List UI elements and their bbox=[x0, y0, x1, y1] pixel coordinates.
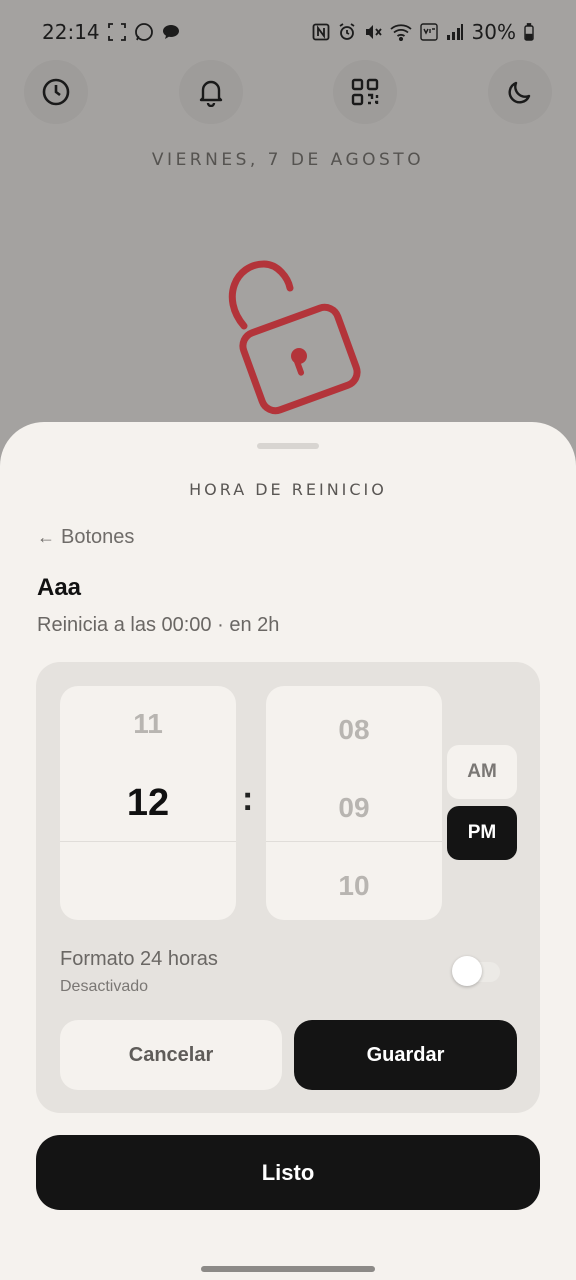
hour-prev: 11 bbox=[133, 708, 163, 739]
time-separator: : bbox=[242, 780, 254, 818]
status-time: 22:14 bbox=[42, 20, 100, 44]
toggle-knob bbox=[452, 956, 482, 986]
mute-icon bbox=[364, 23, 382, 41]
back-link[interactable]: ← Botones bbox=[37, 526, 134, 549]
home-indicator[interactable] bbox=[201, 1266, 375, 1272]
screenshot-icon bbox=[107, 23, 126, 41]
format-24h-status: Desactivado bbox=[60, 978, 149, 995]
minute-selected: 09 bbox=[338, 792, 370, 823]
status-left: 22:14 bbox=[42, 20, 180, 44]
reset-info: Reinicia a las 00:00 · en 2h bbox=[37, 614, 280, 636]
qr-code-icon bbox=[352, 78, 379, 106]
clock-button[interactable] bbox=[24, 60, 88, 124]
wifi-icon bbox=[389, 23, 412, 41]
whatsapp-icon bbox=[134, 22, 154, 42]
back-link-label: Botones bbox=[61, 526, 135, 548]
pm-button[interactable]: PM bbox=[447, 806, 517, 860]
qr-code-button[interactable] bbox=[333, 60, 398, 124]
unlocked-padlock-icon bbox=[228, 260, 361, 415]
item-name: Aaa bbox=[37, 574, 82, 601]
minute-wheel-divider bbox=[266, 841, 442, 842]
drag-handle[interactable] bbox=[257, 443, 319, 449]
bell-icon bbox=[199, 80, 222, 107]
clock-icon bbox=[42, 78, 70, 106]
format-24h-toggle[interactable] bbox=[452, 956, 500, 986]
hour-wheel-divider bbox=[60, 841, 236, 842]
volte-icon bbox=[419, 23, 438, 41]
hour-selected: 12 bbox=[126, 782, 170, 824]
status-bar: 22:14 30% bbox=[0, 0, 576, 64]
date-label: VIERNES, 7 DE AGOSTO bbox=[151, 150, 425, 170]
sheet-title: HORA DE REINICIO bbox=[189, 480, 387, 499]
status-right: 30% bbox=[312, 20, 534, 44]
alarm-icon bbox=[338, 23, 356, 41]
back-arrow-icon: ← bbox=[37, 527, 55, 547]
minute-prev: 08 bbox=[338, 714, 370, 745]
battery-percent: 30% bbox=[471, 20, 516, 44]
hour-wheel[interactable]: 11 12 bbox=[60, 686, 236, 920]
nfc-icon bbox=[312, 23, 330, 41]
moon-icon bbox=[508, 81, 531, 104]
cancel-button[interactable]: Cancelar bbox=[60, 1020, 282, 1090]
minute-wheel[interactable]: 08 09 10 bbox=[266, 686, 442, 920]
quick-actions-row bbox=[24, 60, 552, 126]
bell-button[interactable] bbox=[178, 60, 243, 124]
reset-time-sheet: HORA DE REINICIO ← Botones Aaa Reinicia … bbox=[0, 422, 576, 1280]
done-button[interactable]: Listo bbox=[36, 1135, 540, 1210]
format-24h-label: Formato 24 horas bbox=[60, 948, 218, 970]
signal-icon bbox=[446, 23, 464, 41]
am-button[interactable]: AM bbox=[447, 745, 517, 799]
battery-icon bbox=[524, 23, 534, 41]
moon-button[interactable] bbox=[487, 60, 552, 124]
time-picker-panel: 11 12 : 08 09 10 AM PM Formato 24 horas … bbox=[36, 662, 540, 1113]
minute-next: 10 bbox=[338, 870, 370, 901]
chat-bubble-icon bbox=[162, 23, 180, 41]
save-button[interactable]: Guardar bbox=[294, 1020, 517, 1090]
